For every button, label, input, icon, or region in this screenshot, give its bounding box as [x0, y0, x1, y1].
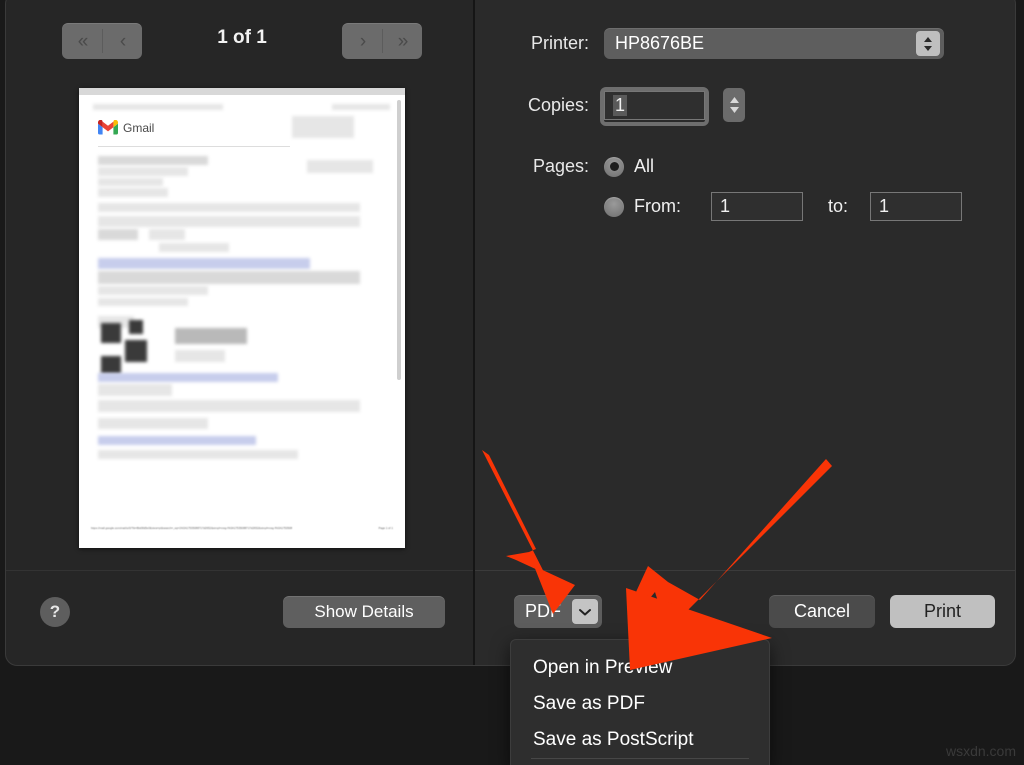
blurred-highlight	[98, 373, 278, 382]
nav-next-last-group[interactable]: › »	[342, 23, 422, 59]
pdf-dropdown-menu[interactable]: Open in Preview Save as PDF Save as Post…	[510, 639, 770, 765]
printer-row: Printer: HP8676BE	[475, 28, 944, 59]
bottom-separator	[475, 570, 1015, 571]
blurred-text	[307, 160, 373, 173]
first-page-icon[interactable]: «	[62, 23, 102, 59]
blurred-text	[332, 104, 390, 110]
pages-row-all: Pages: All	[475, 156, 654, 177]
blurred-image	[125, 340, 147, 362]
menu-item-open-in-preview[interactable]: Open in Preview	[511, 650, 769, 686]
blurred-text	[98, 229, 138, 240]
blurred-text	[98, 450, 298, 459]
radio-all-icon[interactable]	[604, 156, 624, 177]
pages-row-range: From: 1 to: 1	[475, 192, 963, 221]
document-preview[interactable]: Gmail https://mail.google.com/mail/u/0/?…	[79, 88, 405, 548]
nav-divider	[382, 29, 383, 53]
pages-to-input[interactable]: 1	[870, 192, 963, 221]
previous-page-icon[interactable]: ‹	[102, 23, 142, 59]
printer-value: HP8676BE	[615, 33, 705, 53]
blurred-text	[292, 116, 354, 138]
radio-all[interactable]: All	[604, 156, 654, 177]
document-rule	[98, 146, 290, 147]
preview-pane: « ‹ › » 1 of 1 Gmail https://mail.google…	[6, 0, 473, 665]
print-dialog: « ‹ › » 1 of 1 Gmail https://mail.google…	[5, 0, 1016, 666]
blurred-text	[98, 384, 172, 396]
blurred-text	[98, 286, 208, 295]
blurred-text	[98, 418, 208, 429]
blurred-text	[98, 203, 360, 212]
left-separator	[6, 570, 473, 571]
gmail-logo: Gmail	[98, 119, 155, 135]
copies-label: Copies:	[527, 94, 589, 115]
menu-item-save-as-pdf[interactable]: Save as PDF	[511, 686, 769, 722]
pages-label: Pages:	[532, 156, 589, 176]
pdf-button-label: PDF	[525, 601, 561, 621]
show-details-button[interactable]: Show Details	[283, 596, 445, 628]
blurred-text	[98, 298, 188, 306]
blurred-text	[149, 229, 185, 240]
blurred-text	[175, 328, 247, 344]
blurred-text	[98, 156, 208, 165]
blurred-image	[101, 323, 121, 343]
document-top-bar	[79, 88, 405, 95]
printer-select[interactable]: HP8676BE	[604, 28, 944, 59]
document-footer-url: https://mail.google.com/mail/u/0/?ik=8bd…	[91, 527, 293, 530]
copies-row: Copies: 1	[475, 86, 745, 126]
print-button[interactable]: Print	[890, 595, 995, 628]
last-page-icon[interactable]: »	[382, 23, 422, 59]
pdf-button[interactable]: PDF	[514, 595, 602, 628]
blurred-highlight	[98, 436, 256, 445]
menu-separator	[531, 758, 749, 759]
gmail-wordmark: Gmail	[123, 120, 155, 135]
document-scrollbar	[397, 100, 401, 380]
help-button[interactable]: ?	[40, 597, 70, 627]
pages-to-label: to:	[828, 196, 849, 216]
blurred-text	[98, 400, 360, 412]
radio-from[interactable]: From:	[604, 196, 681, 217]
blurred-text	[159, 243, 229, 252]
radio-from-label: From:	[634, 196, 681, 216]
page-count-label: 1 of 1	[217, 27, 267, 48]
blurred-text	[98, 188, 168, 197]
gmail-m-icon	[98, 119, 118, 135]
blurred-text	[98, 178, 163, 186]
copies-stepper[interactable]	[723, 88, 745, 122]
blurred-text	[175, 350, 225, 362]
nav-divider	[102, 29, 103, 53]
settings-pane: Printer: HP8676BE Copies: 1 Pages: All F…	[475, 0, 1015, 665]
blurred-text	[93, 104, 223, 110]
pages-from-input[interactable]: 1	[711, 192, 803, 221]
cancel-button[interactable]: Cancel	[769, 595, 875, 628]
menu-item-save-as-postscript[interactable]: Save as PostScript	[511, 722, 769, 758]
blurred-text	[98, 271, 360, 284]
blurred-text	[98, 216, 360, 227]
blurred-image	[129, 320, 143, 334]
copies-input[interactable]: 1	[604, 90, 705, 120]
next-page-icon[interactable]: ›	[342, 23, 382, 59]
printer-label: Printer:	[530, 33, 589, 53]
blurred-text	[98, 167, 188, 176]
chevron-down-icon[interactable]	[572, 599, 598, 624]
nav-first-prev-group[interactable]: « ‹	[62, 23, 142, 59]
screen: « ‹ › » 1 of 1 Gmail https://mail.google…	[0, 0, 1024, 765]
copies-value: 1	[613, 94, 628, 116]
radio-from-icon[interactable]	[604, 196, 624, 217]
document-footer: https://mail.google.com/mail/u/0/?ik=8bd…	[91, 527, 393, 530]
chevron-up-down-icon[interactable]	[916, 31, 940, 56]
blurred-highlight	[98, 258, 310, 269]
document-footer-page: Page 1 of 1	[378, 527, 393, 530]
radio-all-label: All	[634, 156, 655, 176]
blurred-image	[101, 356, 121, 374]
watermark: wsxdn.com	[945, 743, 1016, 759]
